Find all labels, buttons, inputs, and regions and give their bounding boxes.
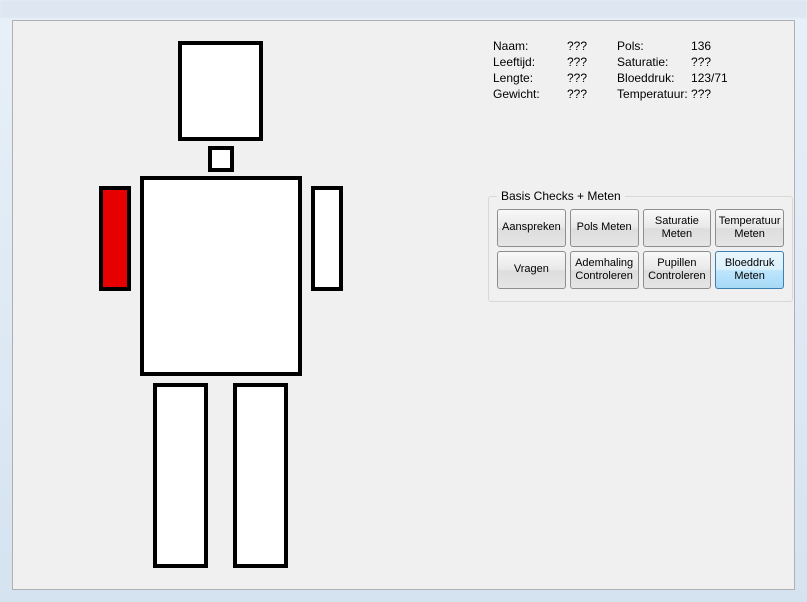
aanspreken-button[interactable]: Aanspreken — [497, 209, 566, 247]
label-bloeddruk: Bloeddruk: — [617, 71, 687, 85]
label-pols: Pols: — [617, 39, 687, 53]
label-gewicht: Gewicht: — [493, 87, 563, 101]
body-part-left-leg[interactable] — [153, 383, 208, 568]
body-part-head[interactable] — [178, 41, 263, 141]
value-saturatie: ??? — [691, 55, 728, 69]
body-part-torso[interactable] — [140, 176, 302, 376]
value-naam: ??? — [567, 39, 587, 53]
patient-info-left: Naam: ??? Leeftijd: ??? Lengte: ??? Gewi… — [493, 39, 587, 101]
vragen-button[interactable]: Vragen — [497, 251, 566, 289]
checks-group: Basis Checks + Meten Aanspreken Pols Met… — [488, 196, 793, 302]
label-leeftijd: Leeftijd: — [493, 55, 563, 69]
patient-info: Naam: ??? Leeftijd: ??? Lengte: ??? Gewi… — [493, 39, 793, 101]
checks-group-title: Basis Checks + Meten — [497, 189, 625, 203]
body-part-right-leg[interactable] — [233, 383, 288, 568]
bloeddruk-meten-button[interactable]: Bloeddruk Meten — [715, 251, 784, 289]
body-figure — [93, 41, 393, 581]
pols-meten-button[interactable]: Pols Meten — [570, 209, 639, 247]
value-bloeddruk: 123/71 — [691, 71, 728, 85]
pupillen-controleren-button[interactable]: Pupillen Controleren — [643, 251, 712, 289]
value-gewicht: ??? — [567, 87, 587, 101]
patient-info-right: Pols: 136 Saturatie: ??? Bloeddruk: 123/… — [617, 39, 728, 101]
body-part-left-upper-arm[interactable] — [99, 186, 131, 291]
label-saturatie: Saturatie: — [617, 55, 687, 69]
title-bar — [0, 0, 807, 18]
ademhaling-controleren-button[interactable]: Ademhaling Controleren — [570, 251, 639, 289]
body-part-right-upper-arm[interactable] — [311, 186, 343, 291]
body-part-neck[interactable] — [208, 146, 234, 172]
label-temperatuur: Temperatuur: — [617, 87, 692, 101]
value-temperatuur: ??? — [691, 87, 728, 101]
label-lengte: Lengte: — [493, 71, 563, 85]
main-panel: Naam: ??? Leeftijd: ??? Lengte: ??? Gewi… — [12, 20, 795, 590]
value-leeftijd: ??? — [567, 55, 587, 69]
label-naam: Naam: — [493, 39, 563, 53]
value-pols: 136 — [691, 39, 728, 53]
value-lengte: ??? — [567, 71, 587, 85]
saturatie-meten-button[interactable]: Saturatie Meten — [643, 209, 712, 247]
temperatuur-meten-button[interactable]: Temperatuur Meten — [715, 209, 784, 247]
